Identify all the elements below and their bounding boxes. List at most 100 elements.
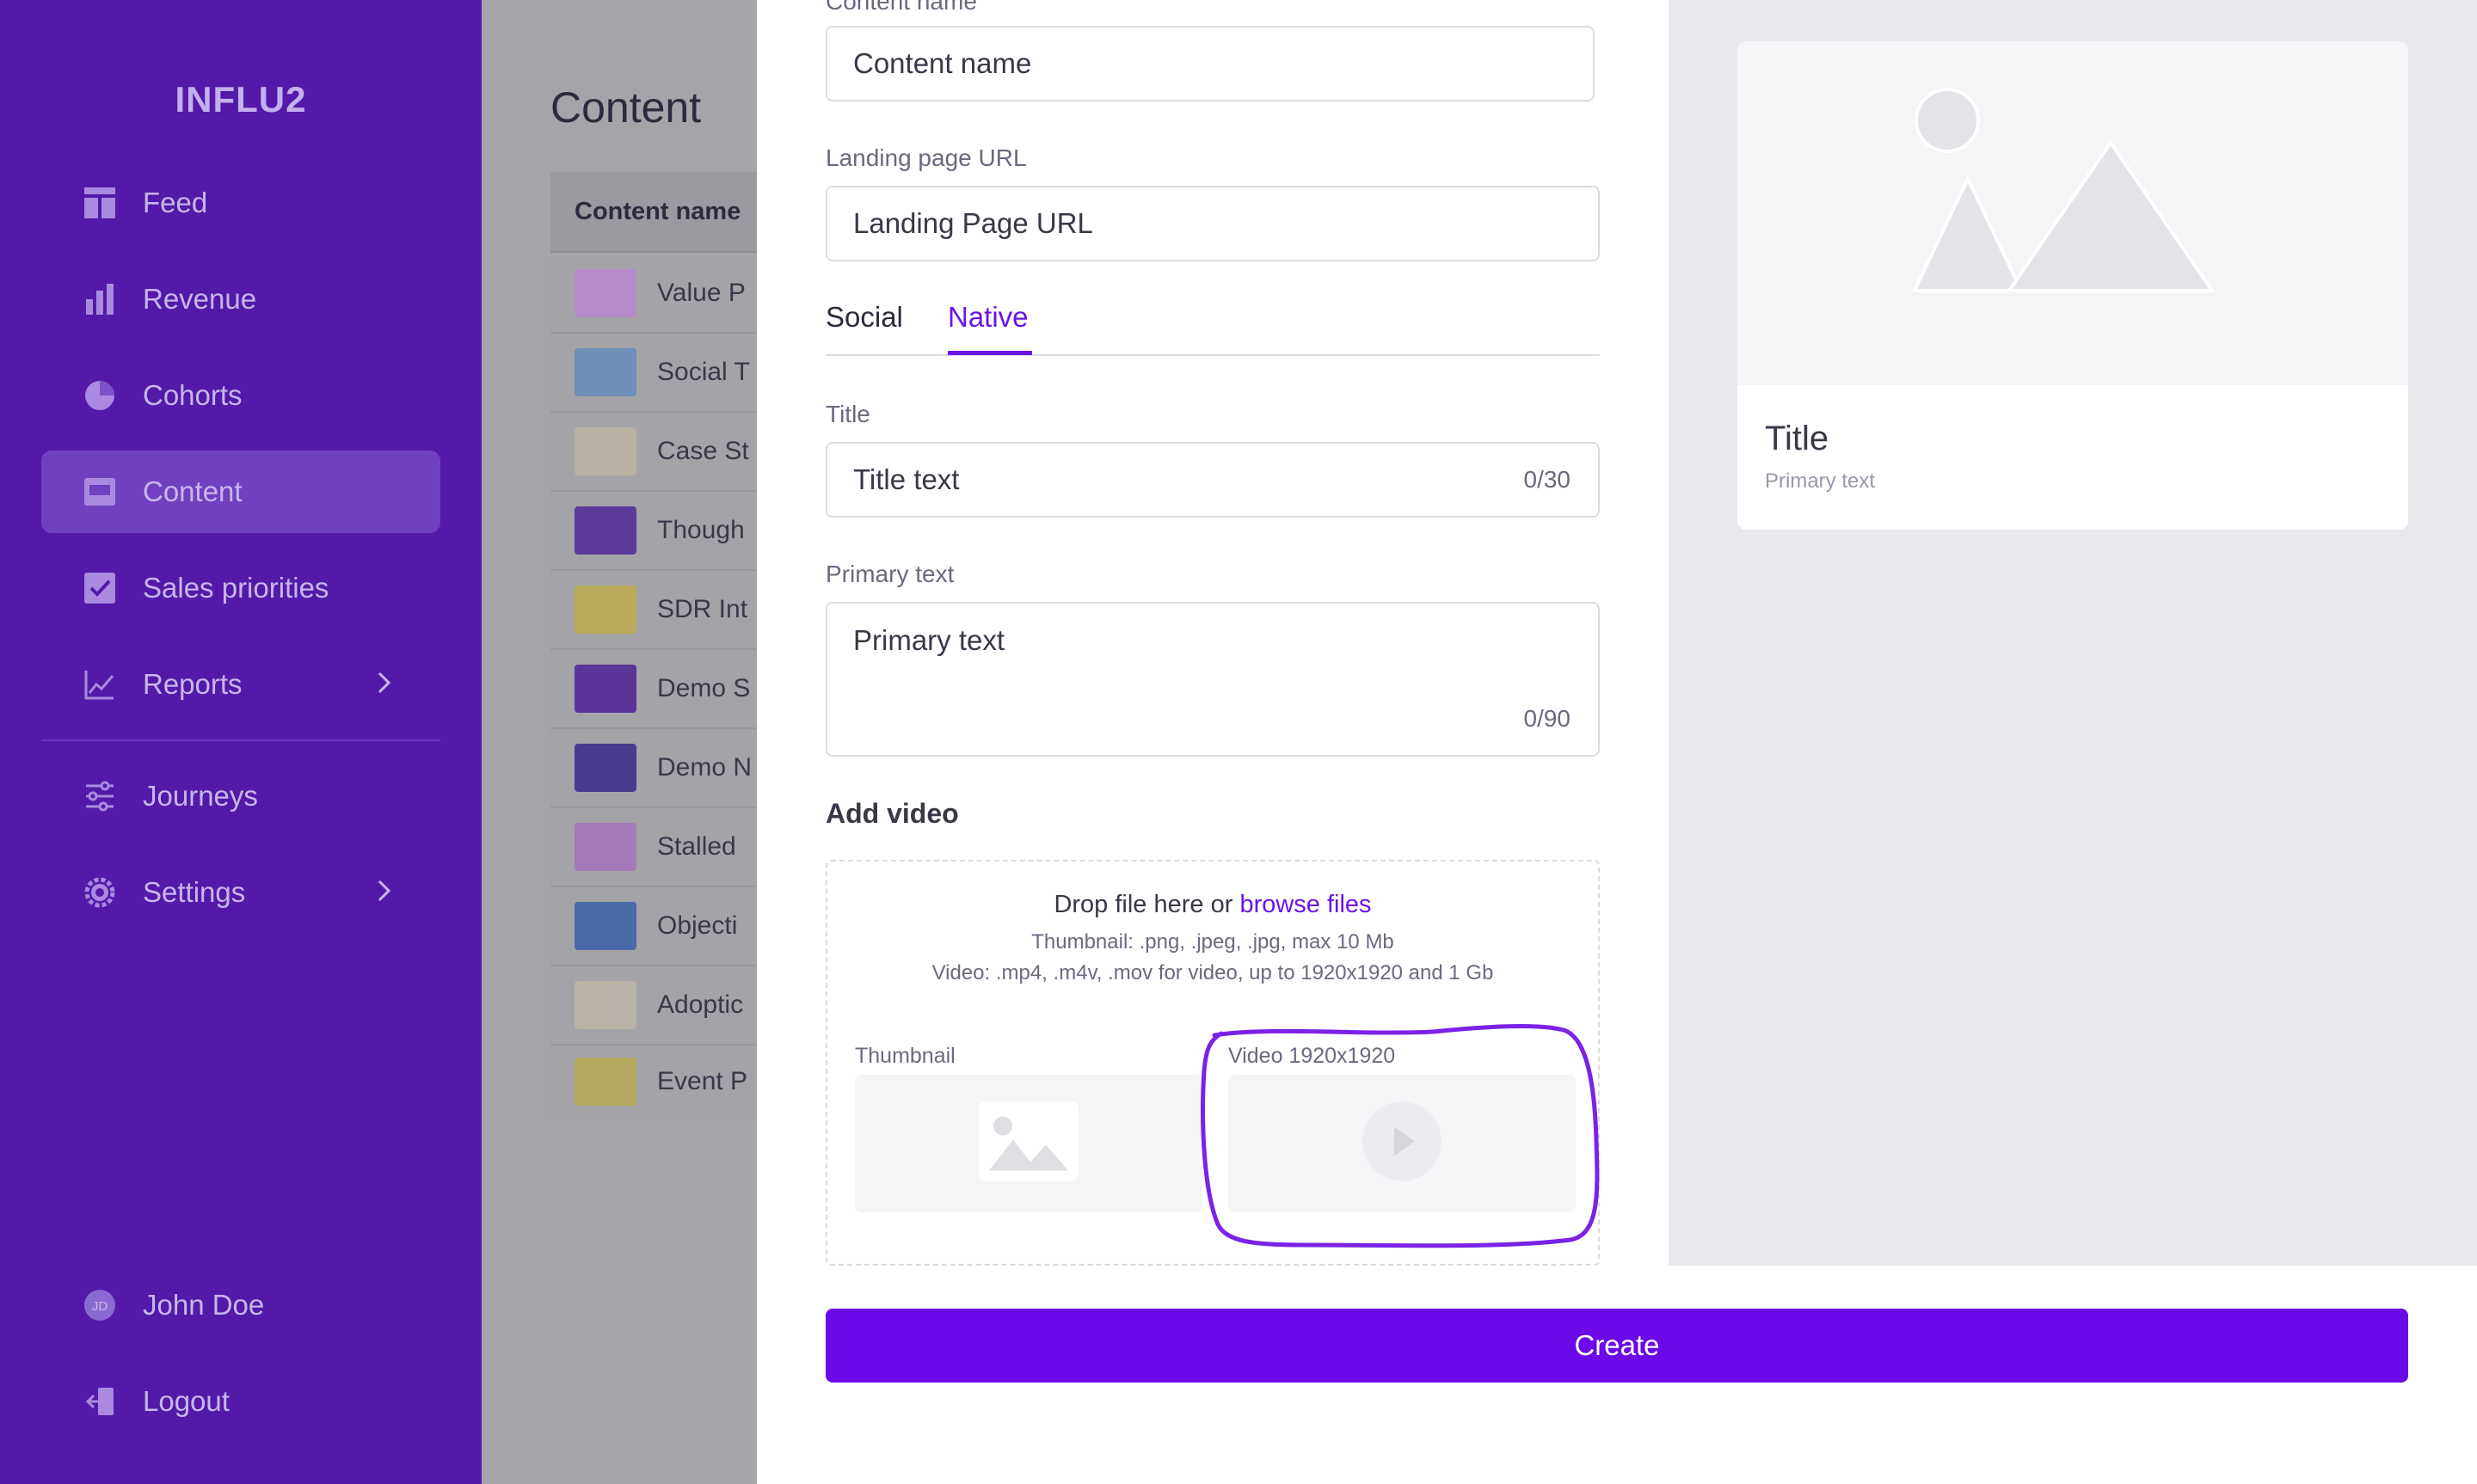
image-placeholder-icon bbox=[979, 1101, 1079, 1186]
row-thumbnail bbox=[575, 823, 636, 871]
page-title: Content bbox=[550, 83, 702, 132]
row-thumbnail bbox=[575, 665, 636, 713]
primary-text-value: Primary text bbox=[853, 624, 1005, 656]
row-name: Event P bbox=[657, 1067, 748, 1095]
tab-social[interactable]: Social bbox=[826, 301, 903, 334]
primary-text-input[interactable]: Primary text 0/90 bbox=[826, 602, 1600, 757]
gear-icon bbox=[83, 875, 117, 910]
logout-button[interactable]: Logout bbox=[41, 1360, 440, 1443]
preview-primary-text: Primary text bbox=[1765, 469, 1876, 493]
sidebar-item-label: Feed bbox=[143, 187, 208, 218]
thumbnail-slot[interactable] bbox=[855, 1075, 1202, 1212]
sidebar-item-settings[interactable]: Settings bbox=[41, 851, 440, 934]
pie-chart-icon bbox=[83, 378, 117, 413]
row-thumbnail bbox=[575, 269, 636, 317]
sidebar-item-label: Content bbox=[143, 475, 243, 507]
sliders-icon bbox=[83, 779, 117, 813]
logout-icon bbox=[83, 1384, 117, 1419]
table-row[interactable]: Stalled bbox=[550, 808, 757, 887]
table-row[interactable]: Case St bbox=[550, 413, 757, 492]
sidebar-item-label: Sales priorities bbox=[143, 572, 329, 604]
table-row[interactable]: Demo S bbox=[550, 650, 757, 729]
chevron-right-icon bbox=[377, 876, 392, 909]
title-counter: 0/30 bbox=[1523, 466, 1571, 493]
row-name: Stalled bbox=[657, 832, 736, 861]
preview-title: Title bbox=[1765, 420, 1829, 457]
drop-text: Drop file here or bbox=[1054, 891, 1233, 918]
row-name: Demo S bbox=[657, 674, 751, 702]
logo: INFLU2 bbox=[175, 79, 307, 120]
content-name-value: Content name bbox=[853, 47, 1032, 79]
row-name: Demo N bbox=[657, 753, 753, 782]
native-ad-preview-card: Title Primary text bbox=[1737, 41, 2408, 530]
tabs-divider bbox=[826, 354, 1600, 356]
row-thumbnail bbox=[575, 981, 636, 1029]
content-icon bbox=[83, 475, 117, 509]
sidebar-item-label: Revenue bbox=[143, 283, 257, 315]
row-name: Objecti bbox=[657, 911, 738, 940]
line-chart-icon bbox=[83, 667, 117, 702]
landing-url-label: Landing page URL bbox=[826, 144, 1027, 171]
sidebar-item-content[interactable]: Content bbox=[41, 451, 440, 533]
table-row[interactable]: Event P bbox=[550, 1042, 757, 1121]
feed-icon bbox=[83, 186, 117, 220]
sidebar-item-revenue[interactable]: Revenue bbox=[41, 258, 440, 340]
sidebar-item-label: Cohorts bbox=[143, 379, 243, 411]
row-thumbnail bbox=[575, 902, 636, 950]
content-name-input[interactable]: Content name bbox=[826, 26, 1595, 101]
row-name: SDR Int bbox=[657, 595, 748, 623]
sidebar-item-cohorts[interactable]: Cohorts bbox=[41, 354, 440, 437]
create-button[interactable]: Create bbox=[826, 1309, 2408, 1383]
video-format-hint: Video: .mp4, .m4v, .mov for video, up to… bbox=[931, 961, 1494, 984]
sidebar-item-label: Reports bbox=[143, 668, 243, 700]
browse-files-link[interactable]: browse files bbox=[1239, 891, 1371, 918]
user-name: John Doe bbox=[143, 1289, 265, 1321]
landing-url-input[interactable]: Landing Page URL bbox=[826, 186, 1600, 261]
row-thumbnail bbox=[575, 1058, 636, 1106]
primary-text-label: Primary text bbox=[826, 561, 955, 587]
sidebar-item-reports[interactable]: Reports bbox=[41, 643, 440, 726]
sidebar-item-sales-priorities[interactable]: Sales priorities bbox=[41, 547, 440, 629]
title-input[interactable]: Title text 0/30 bbox=[826, 442, 1600, 518]
table-row[interactable]: Value P bbox=[550, 254, 757, 334]
user-profile[interactable]: JD John Doe bbox=[41, 1264, 440, 1346]
landing-url-value: Landing Page URL bbox=[853, 207, 1093, 239]
row-name: Value P bbox=[657, 279, 746, 307]
content-page-overlay: Content Content name Value P Social T Ca… bbox=[482, 0, 757, 1484]
add-video-heading: Add video bbox=[826, 798, 959, 829]
title-value: Title text bbox=[853, 463, 960, 495]
row-thumbnail bbox=[575, 744, 636, 792]
row-thumbnail bbox=[575, 348, 636, 396]
table-row[interactable]: SDR Int bbox=[550, 571, 757, 650]
sidebar: INFLU2 Feed Revenue Cohorts Content Sale… bbox=[0, 0, 482, 1484]
table-row[interactable]: Objecti bbox=[550, 887, 757, 966]
video-highlight-annotation bbox=[1201, 1024, 1600, 1248]
row-name: Social T bbox=[657, 358, 750, 386]
dropzone-instructions: Drop file here or browse files bbox=[827, 891, 1598, 919]
tab-native[interactable]: Native bbox=[948, 301, 1029, 334]
table-row[interactable]: Adoptic bbox=[550, 966, 757, 1046]
sidebar-item-journeys[interactable]: Journeys bbox=[41, 755, 440, 837]
sidebar-item-label: Settings bbox=[143, 876, 246, 908]
active-tab-indicator bbox=[948, 351, 1032, 355]
row-thumbnail bbox=[575, 586, 636, 634]
checkbox-icon bbox=[83, 571, 117, 605]
preview-image-placeholder bbox=[1737, 41, 2408, 385]
row-name: Though bbox=[657, 516, 745, 544]
column-header-content-name: Content name bbox=[550, 172, 757, 253]
chevron-right-icon bbox=[377, 668, 392, 701]
table-row[interactable]: Demo N bbox=[550, 729, 757, 808]
avatar-initials: JD bbox=[92, 1299, 108, 1314]
table-row[interactable]: Social T bbox=[550, 334, 757, 413]
thumbnail-label: Thumbnail bbox=[855, 1044, 956, 1068]
avatar: JD bbox=[83, 1288, 117, 1322]
sidebar-item-label: Journeys bbox=[143, 780, 258, 812]
row-thumbnail bbox=[575, 506, 636, 555]
image-placeholder-icon bbox=[1911, 88, 2216, 292]
sidebar-item-feed[interactable]: Feed bbox=[41, 162, 440, 244]
table-row[interactable]: Though bbox=[550, 492, 757, 571]
sidebar-divider bbox=[41, 739, 440, 741]
thumbnail-format-hint: Thumbnail: .png, .jpeg, .jpg, max 10 Mb bbox=[1031, 930, 1394, 954]
bar-chart-icon bbox=[83, 282, 117, 316]
row-name: Case St bbox=[657, 437, 749, 465]
